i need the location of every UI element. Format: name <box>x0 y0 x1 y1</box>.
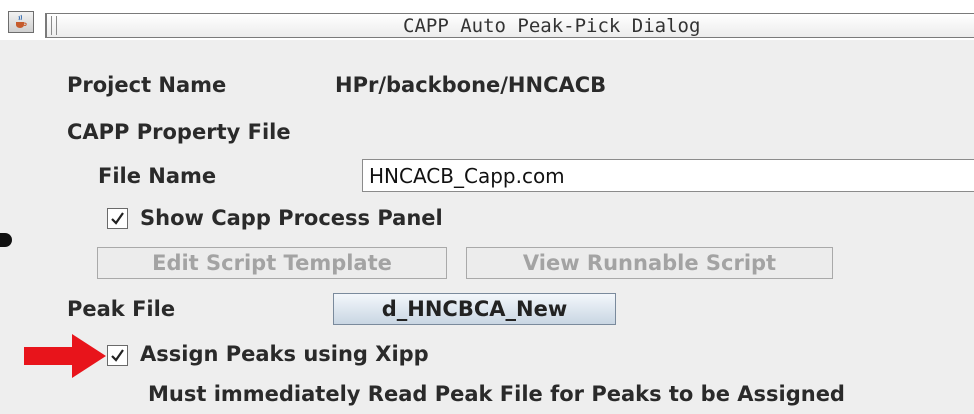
capp-property-heading: CAPP Property File <box>67 120 291 144</box>
window-title-bar[interactable]: CAPP Auto Peak-Pick Dialog <box>0 0 974 40</box>
assign-peaks-checkbox[interactable] <box>107 345 128 366</box>
show-capp-panel-checkbox[interactable] <box>107 208 128 229</box>
checkmark-icon <box>111 212 124 225</box>
project-name-value: HPr/backbone/HNCACB <box>335 73 607 97</box>
peak-file-label: Peak File <box>67 297 176 321</box>
view-runnable-script-button[interactable]: View Runnable Script <box>466 247 833 279</box>
peak-file-button[interactable]: d_HNCBCA_New <box>333 293 616 325</box>
red-arrow-icon <box>24 334 106 378</box>
java-cup-icon[interactable] <box>8 11 34 33</box>
file-name-label: File Name <box>98 164 217 188</box>
show-capp-panel-label[interactable]: Show Capp Process Panel <box>140 206 443 230</box>
checkmark-icon <box>111 349 124 362</box>
window-title: CAPP Auto Peak-Pick Dialog <box>403 15 701 37</box>
edit-script-template-button[interactable]: Edit Script Template <box>97 247 447 279</box>
project-name-label: Project Name <box>67 73 227 97</box>
assign-peaks-label[interactable]: Assign Peaks using Xipp <box>140 342 429 366</box>
assign-peaks-note: Must immediately Read Peak File for Peak… <box>148 382 845 406</box>
file-name-field[interactable] <box>362 159 974 192</box>
